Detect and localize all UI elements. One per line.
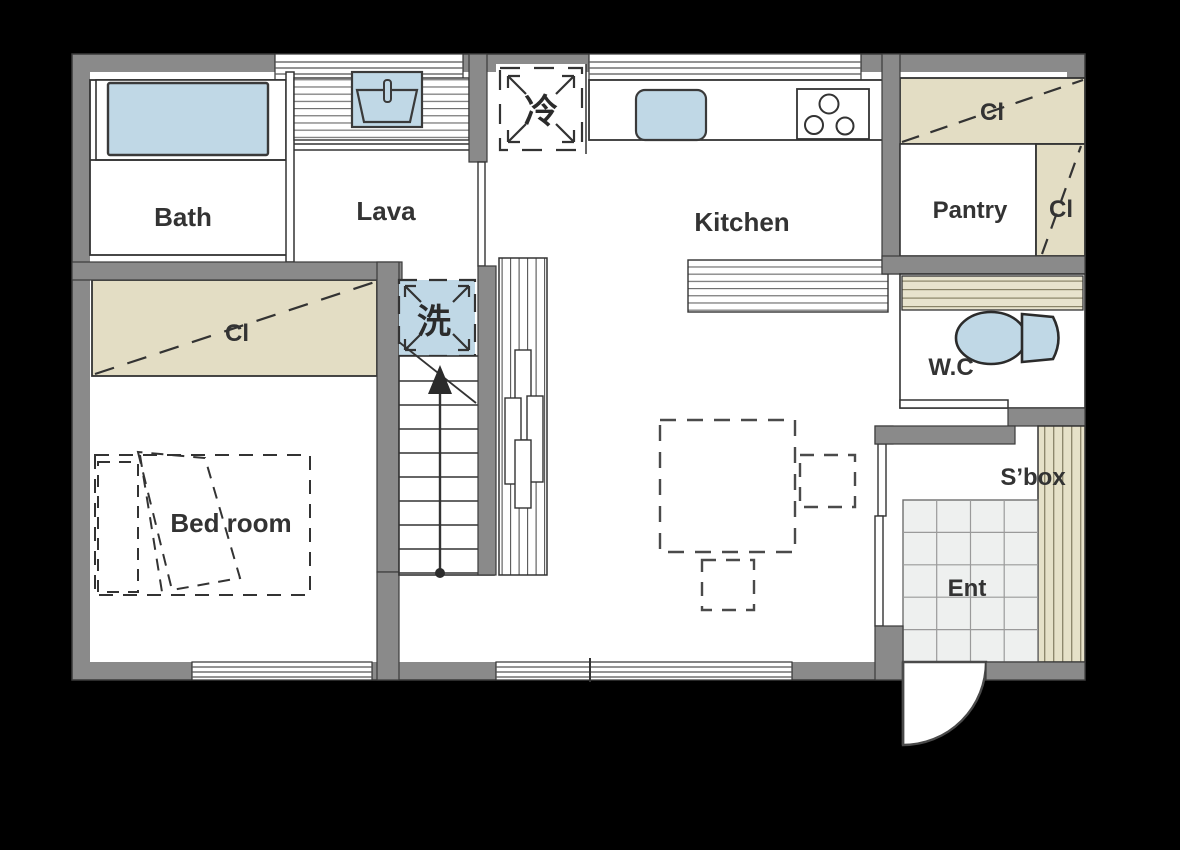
stairside-shelving [498, 257, 548, 576]
wc-door-sill [899, 399, 1009, 409]
wall-bedroom-right [376, 261, 400, 681]
bathtub-fixture [95, 79, 287, 161]
wall-bath-bedroom [71, 261, 403, 281]
room-label-sbox: S’box [1000, 464, 1066, 491]
stair-start-dot [435, 568, 445, 578]
floor-plan-svg: Bath Lava 冷 Kitchen Cl Pantry Cl W.C S’b… [0, 0, 1180, 850]
window-bottom-bedroom [191, 661, 373, 681]
floor-plan-canvas: Bath Lava 冷 Kitchen Cl Pantry Cl W.C S’b… [0, 0, 1180, 850]
room-bath: Bath [89, 79, 291, 256]
wc-shelf [901, 275, 1084, 311]
room-label-bedroom: Bed room [170, 508, 291, 538]
refrigerator-glyph: 冷 [524, 92, 558, 132]
closet-pantry-top: Cl [899, 77, 1086, 145]
cooktop-fixture [796, 88, 870, 140]
wall-pantry-wc [881, 255, 1086, 275]
wall-wc-entrance [1007, 407, 1086, 427]
closet-bedroom: Cl [91, 279, 378, 377]
room-wc: W.C [899, 273, 1086, 409]
wall-entrance-top [874, 425, 1016, 445]
window-top-kitchen [588, 53, 862, 81]
room-label-pantry: Pantry [933, 197, 1008, 224]
kitchen-lower-shelf [687, 259, 889, 313]
refrigerator-marker: 冷 [496, 64, 586, 154]
washer-glyph: 洗 [417, 302, 451, 342]
closet-pantry-side: Cl [1035, 143, 1086, 257]
room-label-bath: Bath [154, 202, 212, 232]
closet-label-cl-side: Cl [1049, 196, 1073, 223]
room-entrance: Ent [902, 499, 1039, 663]
washer-marker: 洗 [397, 278, 477, 358]
kitchen-sink-fixture [634, 88, 708, 142]
vanity-sink-fixture [350, 70, 424, 129]
wall-kitchen-pantry [881, 53, 901, 275]
room-label-lava: Lava [356, 196, 416, 226]
partition-bath-lava [285, 71, 295, 263]
room-pantry: Pantry [899, 143, 1037, 257]
room-label-kitchen: Kitchen [694, 207, 789, 237]
closet-label-cl-top: Cl [980, 99, 1004, 126]
room-label-wc: W.C [928, 354, 973, 381]
window-bottom-living [495, 658, 793, 682]
wall-stairs-right [477, 265, 497, 576]
wall-entrance-bottom-right [985, 661, 1086, 681]
room-label-ent: Ent [948, 575, 987, 602]
closet-label-cl-bedroom: Cl [225, 320, 249, 347]
